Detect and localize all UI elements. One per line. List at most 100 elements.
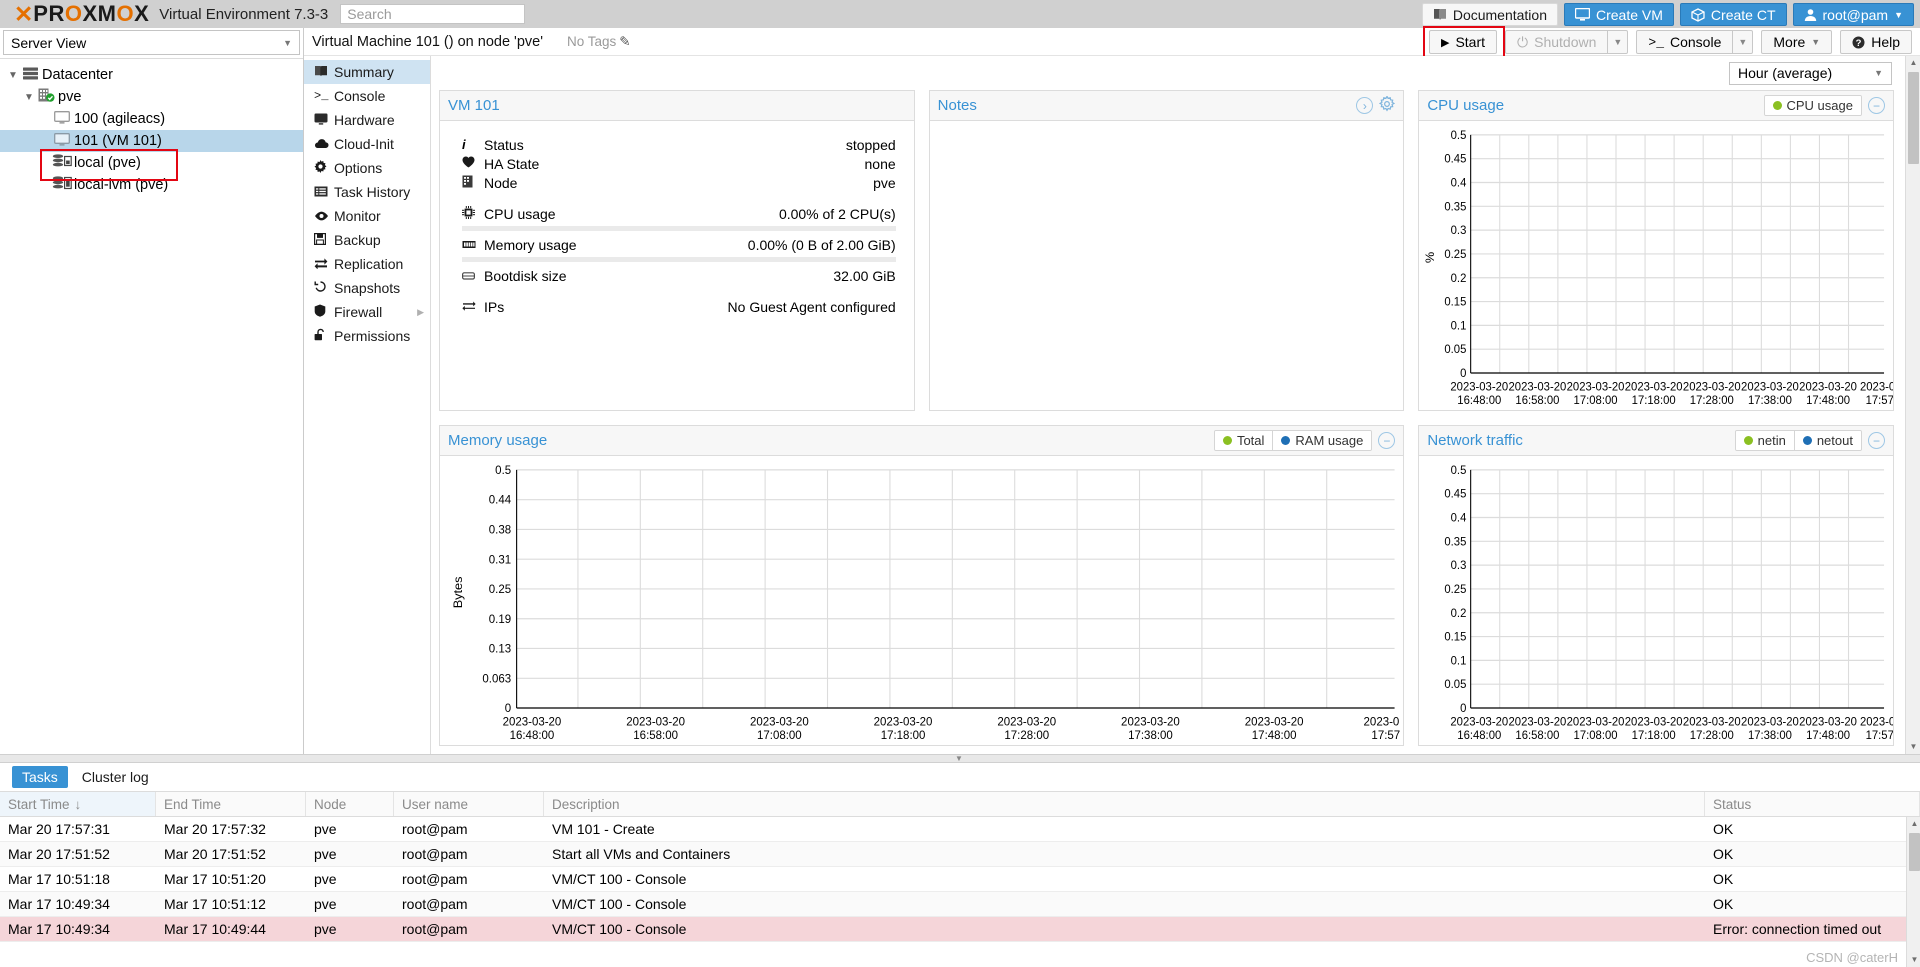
create-vm-button[interactable]: Create VM: [1564, 3, 1674, 26]
cpu-usage-chart: 0.5 0.45 0.4 0.35 0.3 0.25 0.2 0.15 0.1: [1424, 129, 1893, 408]
column-header-description[interactable]: Description: [544, 792, 1705, 816]
expand-notes-icon[interactable]: ›: [1356, 97, 1374, 114]
column-header-start-time[interactable]: Start Time ↓: [0, 792, 156, 816]
notes-panel-body[interactable]: [930, 121, 1404, 410]
legend-item-total[interactable]: Total: [1214, 431, 1273, 450]
tree-item-vm-101[interactable]: 101 (VM 101): [0, 130, 303, 152]
tab-cluster-log[interactable]: Cluster log: [72, 766, 159, 788]
shutdown-button[interactable]: ⏻ Shutdown: [1505, 30, 1609, 54]
svg-text:16:48:00: 16:48:00: [510, 728, 555, 742]
tasks-scrollbar[interactable]: ▲ ▼: [1906, 817, 1920, 967]
table-row[interactable]: Mar 20 17:57:31 Mar 20 17:57:32 pve root…: [0, 817, 1920, 842]
legend-item-netin[interactable]: netin: [1735, 431, 1794, 450]
tree-item-vm-100[interactable]: 100 (agileacs): [0, 108, 303, 130]
logo-x-icon: ✕: [14, 0, 33, 27]
svg-text:17:28:00: 17:28:00: [1690, 394, 1734, 407]
dashboard-scrollbar[interactable]: ▲ ▼: [1905, 56, 1920, 754]
legend-label: netout: [1816, 433, 1853, 448]
table-row[interactable]: Mar 17 10:49:34 Mar 17 10:51:12 pve root…: [0, 892, 1920, 917]
console-button[interactable]: >_ Console: [1636, 30, 1734, 54]
tags-area[interactable]: No Tags ✎: [567, 34, 631, 50]
submenu-item-permissions[interactable]: Permissions: [304, 324, 430, 348]
status-row-value: none: [864, 155, 896, 172]
scroll-down-icon[interactable]: ▼: [1906, 740, 1920, 754]
submenu-item-backup[interactable]: Backup: [304, 228, 430, 252]
submenu-item-task-history[interactable]: Task History: [304, 180, 430, 204]
legend-item-ram-usage[interactable]: RAM usage: [1272, 431, 1372, 450]
user-menu-button[interactable]: root@pam ▼: [1792, 3, 1914, 26]
more-button[interactable]: More ▼: [1761, 30, 1833, 54]
cell-status: OK: [1713, 896, 1734, 912]
panel-splitter[interactable]: ▼: [0, 754, 1920, 763]
submenu-item-firewall[interactable]: Firewall ▶: [304, 300, 430, 324]
svg-text:17:48:00: 17:48:00: [1252, 728, 1297, 742]
create-ct-button[interactable]: Create CT: [1679, 3, 1787, 26]
cell-user-name: root@pam: [402, 846, 468, 862]
tab-tasks[interactable]: Tasks: [12, 766, 68, 788]
table-row[interactable]: Mar 20 17:51:52 Mar 20 17:51:52 pve root…: [0, 842, 1920, 867]
shutdown-dropdown-arrow[interactable]: ▼: [1608, 30, 1629, 54]
collapse-chart-icon[interactable]: −: [1867, 432, 1885, 449]
page-title: Virtual Machine 101 () on node 'pve': [312, 33, 543, 50]
collapse-chart-icon[interactable]: −: [1867, 97, 1885, 114]
legend-dot: [1743, 436, 1753, 445]
memory-y-axis-label: Bytes: [451, 577, 465, 609]
submenu-item-console[interactable]: >_ Console: [304, 84, 430, 108]
status-row-bootdisk-size: Bootdisk size 32.00 GiB: [462, 266, 896, 285]
start-button[interactable]: ▶ Start: [1428, 30, 1498, 54]
search-input[interactable]: Search: [340, 4, 526, 24]
time-range-select[interactable]: Hour (average) ▼: [1729, 61, 1892, 85]
legend-item-netout[interactable]: netout: [1793, 431, 1861, 450]
svg-text:2023-03-20: 2023-03-20: [1741, 715, 1799, 728]
submenu-item-replication[interactable]: Replication: [304, 252, 430, 276]
chevron-expanded-icon[interactable]: ▼: [22, 92, 36, 103]
tree-item-storage-local-lvm[interactable]: local-lvm (pve): [0, 174, 303, 196]
column-header-status[interactable]: Status: [1705, 792, 1920, 816]
submenu-item-monitor[interactable]: Monitor: [304, 204, 430, 228]
help-button[interactable]: ? Help: [1840, 30, 1912, 54]
scroll-up-icon[interactable]: ▲: [1907, 817, 1920, 831]
legend-dot: [1802, 436, 1812, 445]
submenu-item-snapshots[interactable]: Snapshots: [304, 276, 430, 300]
tree-item-pve[interactable]: ▼ pve: [0, 86, 303, 108]
cell-user-name: root@pam: [402, 896, 468, 912]
svg-text:17:48:00: 17:48:00: [1806, 729, 1850, 742]
svg-text:0.05: 0.05: [1445, 343, 1467, 356]
scroll-up-icon[interactable]: ▲: [1906, 56, 1920, 70]
edit-pencil-icon[interactable]: ✎: [619, 34, 630, 50]
scroll-down-icon[interactable]: ▼: [1907, 953, 1920, 967]
submenu-label: Cloud-Init: [334, 136, 394, 152]
vm-status-panel-header: VM 101: [440, 91, 914, 121]
tasks-scroll-thumb[interactable]: [1908, 833, 1920, 871]
chevron-down-icon: ▼: [1811, 37, 1821, 47]
notes-settings-gear-icon[interactable]: [1379, 94, 1396, 116]
tree-item-storage-local[interactable]: local (pve): [0, 152, 303, 174]
console-dropdown-arrow[interactable]: ▼: [1733, 30, 1754, 54]
table-row[interactable]: Mar 17 10:49:34 Mar 17 10:49:44 pve root…: [0, 917, 1920, 942]
svg-text:0: 0: [505, 701, 512, 715]
submenu-item-hardware[interactable]: Hardware: [304, 108, 430, 132]
submenu-item-cloud-init[interactable]: Cloud-Init: [304, 132, 430, 156]
view-selector[interactable]: Server View ▼: [3, 30, 300, 55]
documentation-button[interactable]: Documentation: [1421, 3, 1558, 26]
column-header-end-time[interactable]: End Time: [156, 792, 306, 816]
column-header-node[interactable]: Node: [306, 792, 394, 816]
svg-text:0.3: 0.3: [1451, 224, 1467, 237]
tree-list: ▼ Datacenter ▼ pve 100 (agileacs) 101 (V…: [0, 58, 303, 754]
dashboard-scroll-thumb[interactable]: [1908, 72, 1919, 164]
chevron-expanded-icon[interactable]: ▼: [6, 70, 20, 81]
svg-text:0.5: 0.5: [1451, 464, 1467, 477]
submenu-item-summary[interactable]: Summary: [304, 60, 430, 84]
legend-item-cpu-usage[interactable]: CPU usage: [1764, 96, 1861, 115]
submenu-label: Backup: [334, 232, 381, 248]
svg-text:0.45: 0.45: [1445, 487, 1467, 500]
column-header-user-name[interactable]: User name: [394, 792, 544, 816]
table-row[interactable]: Mar 17 10:51:18 Mar 17 10:51:20 pve root…: [0, 867, 1920, 892]
svg-text:0.2: 0.2: [1451, 606, 1467, 619]
chevron-down-icon: ▼: [1874, 68, 1883, 78]
svg-text:0.1: 0.1: [1451, 319, 1467, 332]
submenu-item-options[interactable]: Options: [304, 156, 430, 180]
status-row-status: i Status stopped: [462, 135, 896, 154]
collapse-chart-icon[interactable]: −: [1378, 432, 1396, 449]
tree-item-datacenter[interactable]: ▼ Datacenter: [0, 64, 303, 86]
